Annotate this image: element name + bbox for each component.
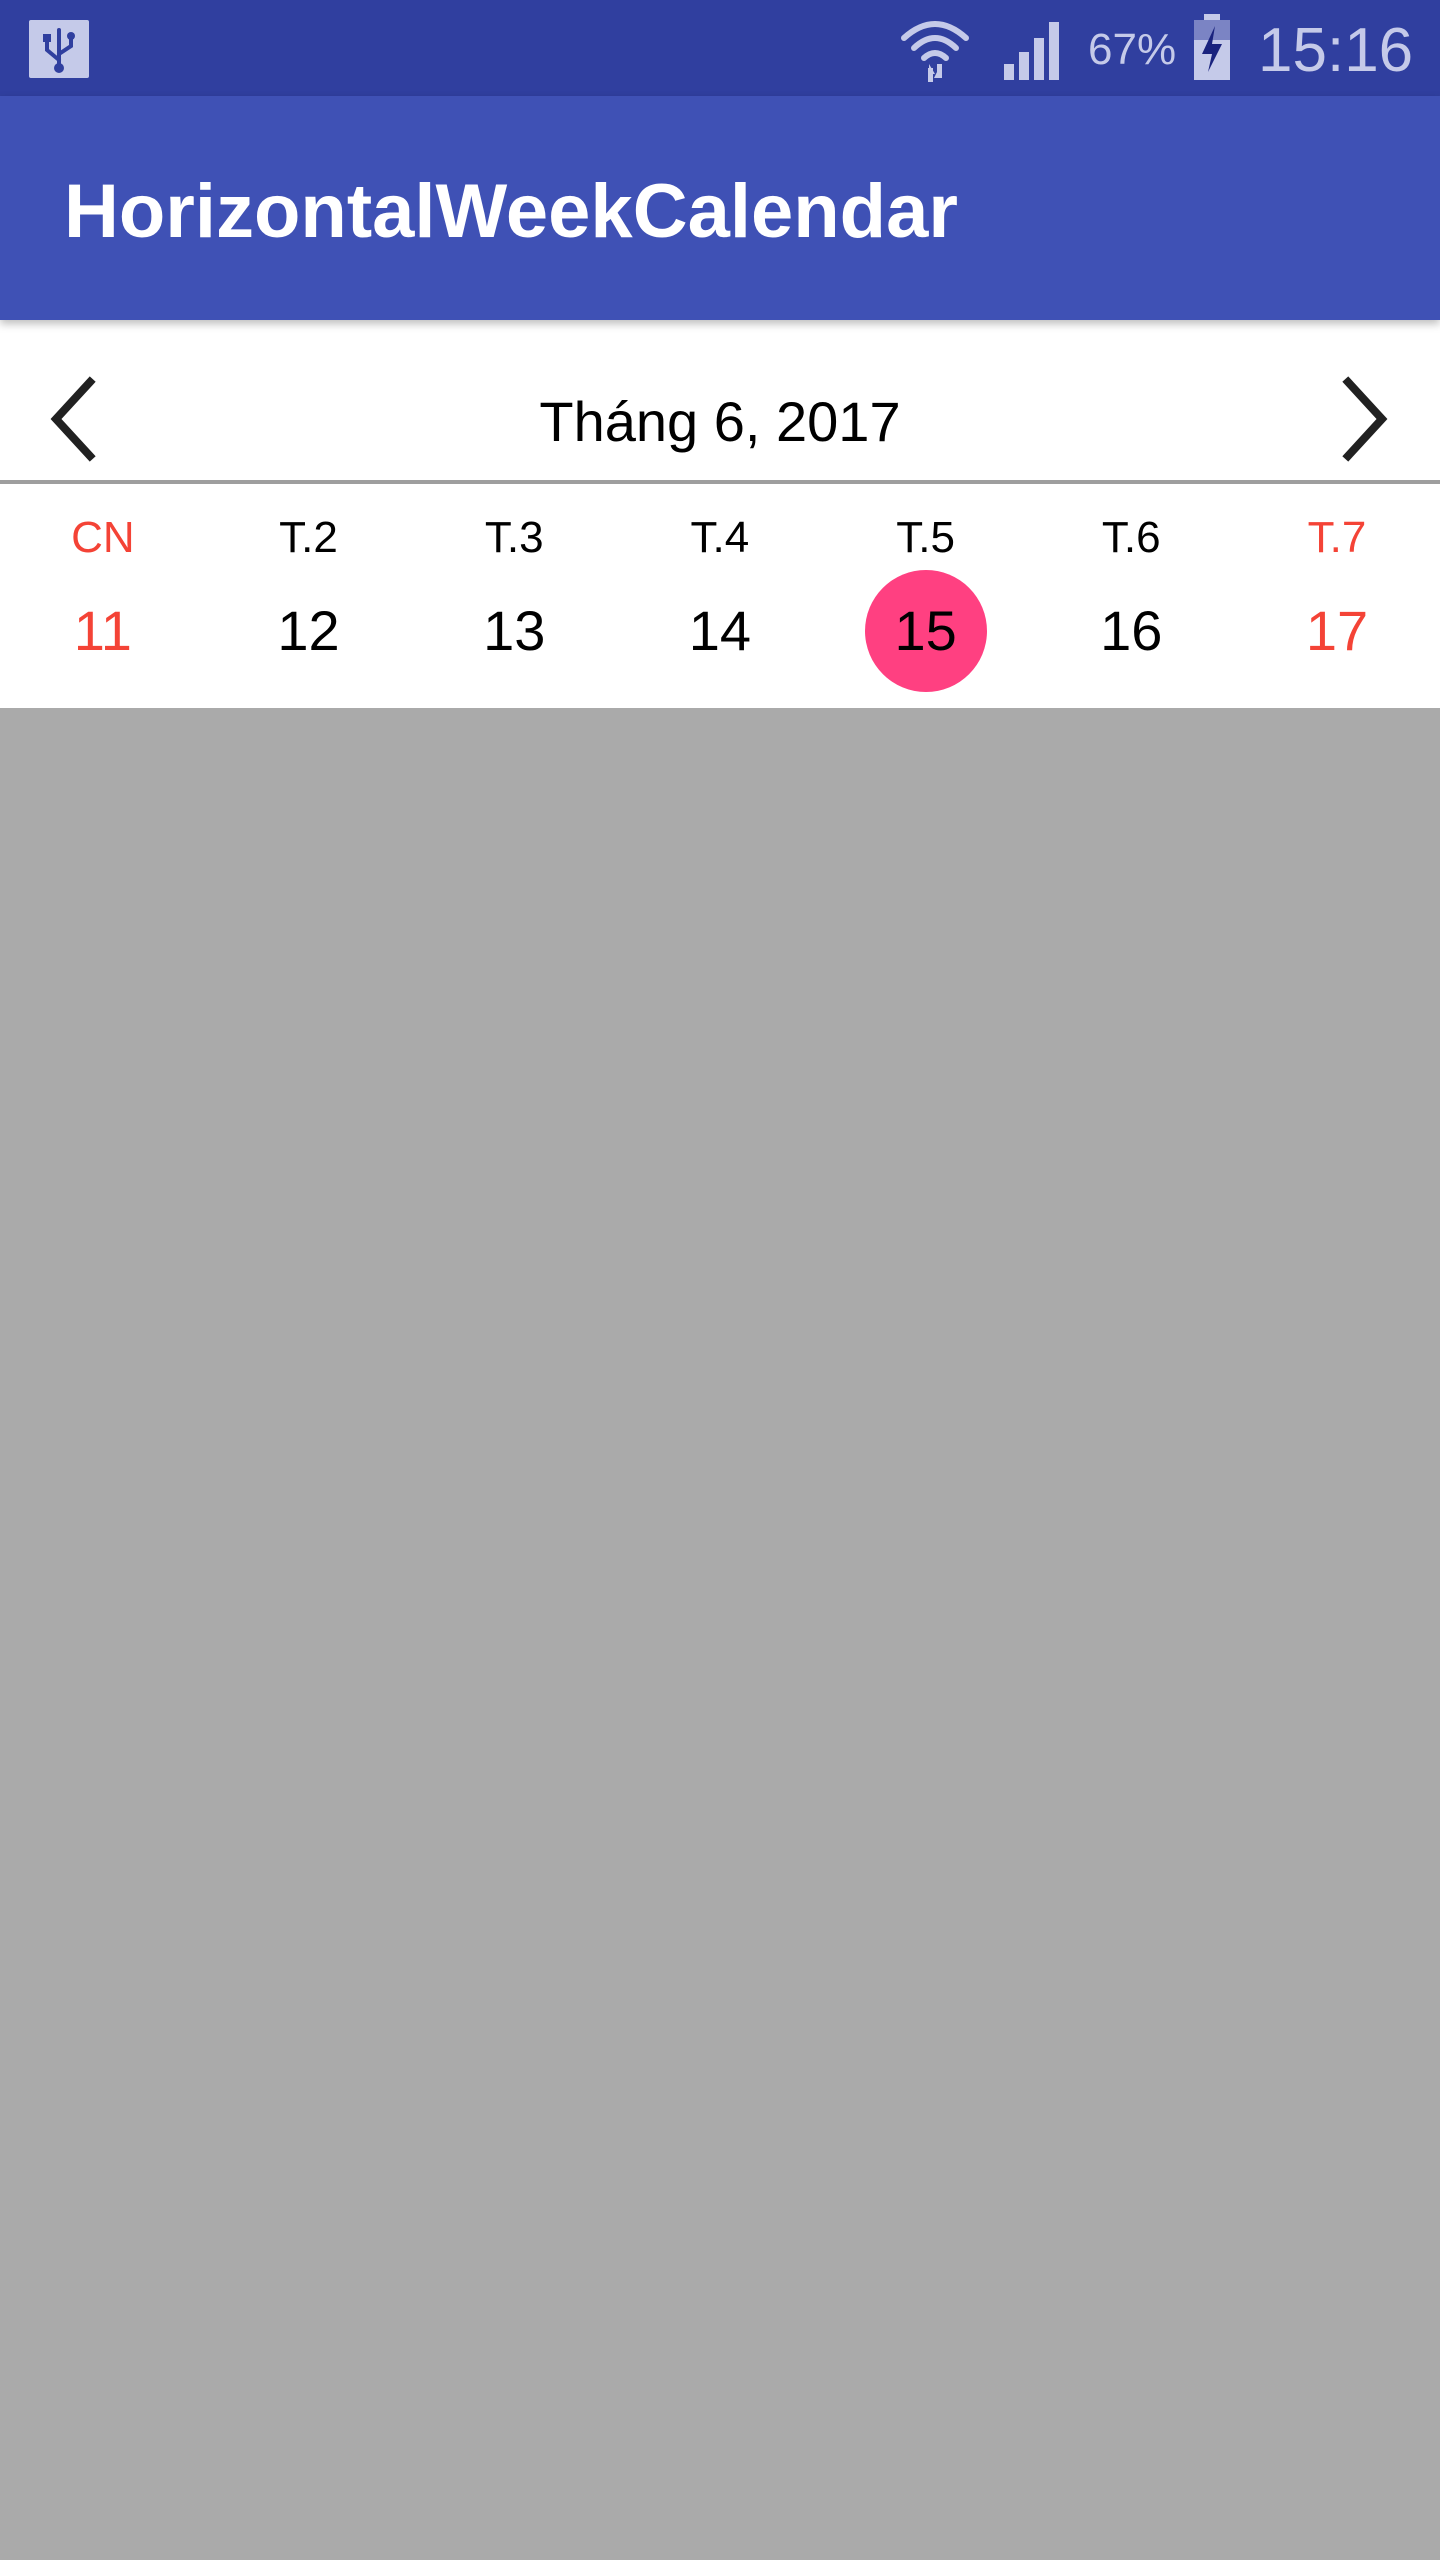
battery-charging-icon [1194, 14, 1230, 80]
day-number: 16 [1100, 599, 1163, 662]
day-number: 14 [688, 599, 752, 662]
day-number-wrap: 17 [1276, 570, 1398, 692]
day-number-wrap: 13 [453, 570, 575, 692]
month-label: Tháng 6, 2017 [539, 390, 901, 453]
day-number: 15 [894, 599, 957, 662]
day-number-wrap: 16 [1070, 570, 1192, 692]
usb-icon [29, 20, 89, 78]
battery-percent: 67% [1088, 25, 1177, 74]
chevron-right-icon[interactable] [1322, 364, 1402, 474]
day-name: T.7 [1307, 513, 1367, 562]
day-number: 13 [483, 599, 546, 662]
day-number-wrap: 14 [659, 570, 781, 692]
status-bar: 67% 15:16 [0, 0, 1440, 96]
app-bar: HorizontalWeekCalendar [0, 96, 1440, 320]
selected-day-circle: 15 [864, 570, 987, 692]
day-name: T.2 [279, 513, 338, 562]
week-calendar: Tháng 6, 2017 CN 11 T.2 12 T.3 13 T.4 14 [0, 320, 1440, 708]
day-name: CN [71, 513, 135, 562]
clock: 15:16 [1258, 16, 1414, 85]
day-cell-thursday[interactable]: T.5 15 [823, 484, 1029, 708]
day-cell-sunday[interactable]: CN 11 [0, 484, 206, 708]
day-cell-friday[interactable]: T.6 16 [1028, 484, 1234, 708]
day-name: T.4 [690, 513, 750, 562]
day-cell-saturday[interactable]: T.7 17 [1234, 484, 1440, 708]
signal-icon [1004, 22, 1059, 80]
day-name: T.5 [896, 513, 955, 562]
app-title: HorizontalWeekCalendar [64, 169, 958, 254]
wifi-icon [901, 21, 969, 82]
day-cell-tuesday[interactable]: T.3 13 [411, 484, 617, 708]
day-name: T.3 [484, 513, 544, 562]
day-name: T.6 [1101, 513, 1161, 562]
day-number-wrap: 11 [42, 570, 164, 692]
day-cell-monday[interactable]: T.2 12 [206, 484, 412, 708]
day-number: 12 [277, 599, 340, 662]
day-number: 17 [1305, 599, 1369, 662]
day-cell-wednesday[interactable]: T.4 14 [617, 484, 823, 708]
day-number-wrap: 12 [248, 570, 370, 692]
week-days: CN 11 T.2 12 T.3 13 T.4 14 T.5 15 T.6 16… [0, 484, 1440, 708]
day-number: 11 [73, 599, 132, 662]
